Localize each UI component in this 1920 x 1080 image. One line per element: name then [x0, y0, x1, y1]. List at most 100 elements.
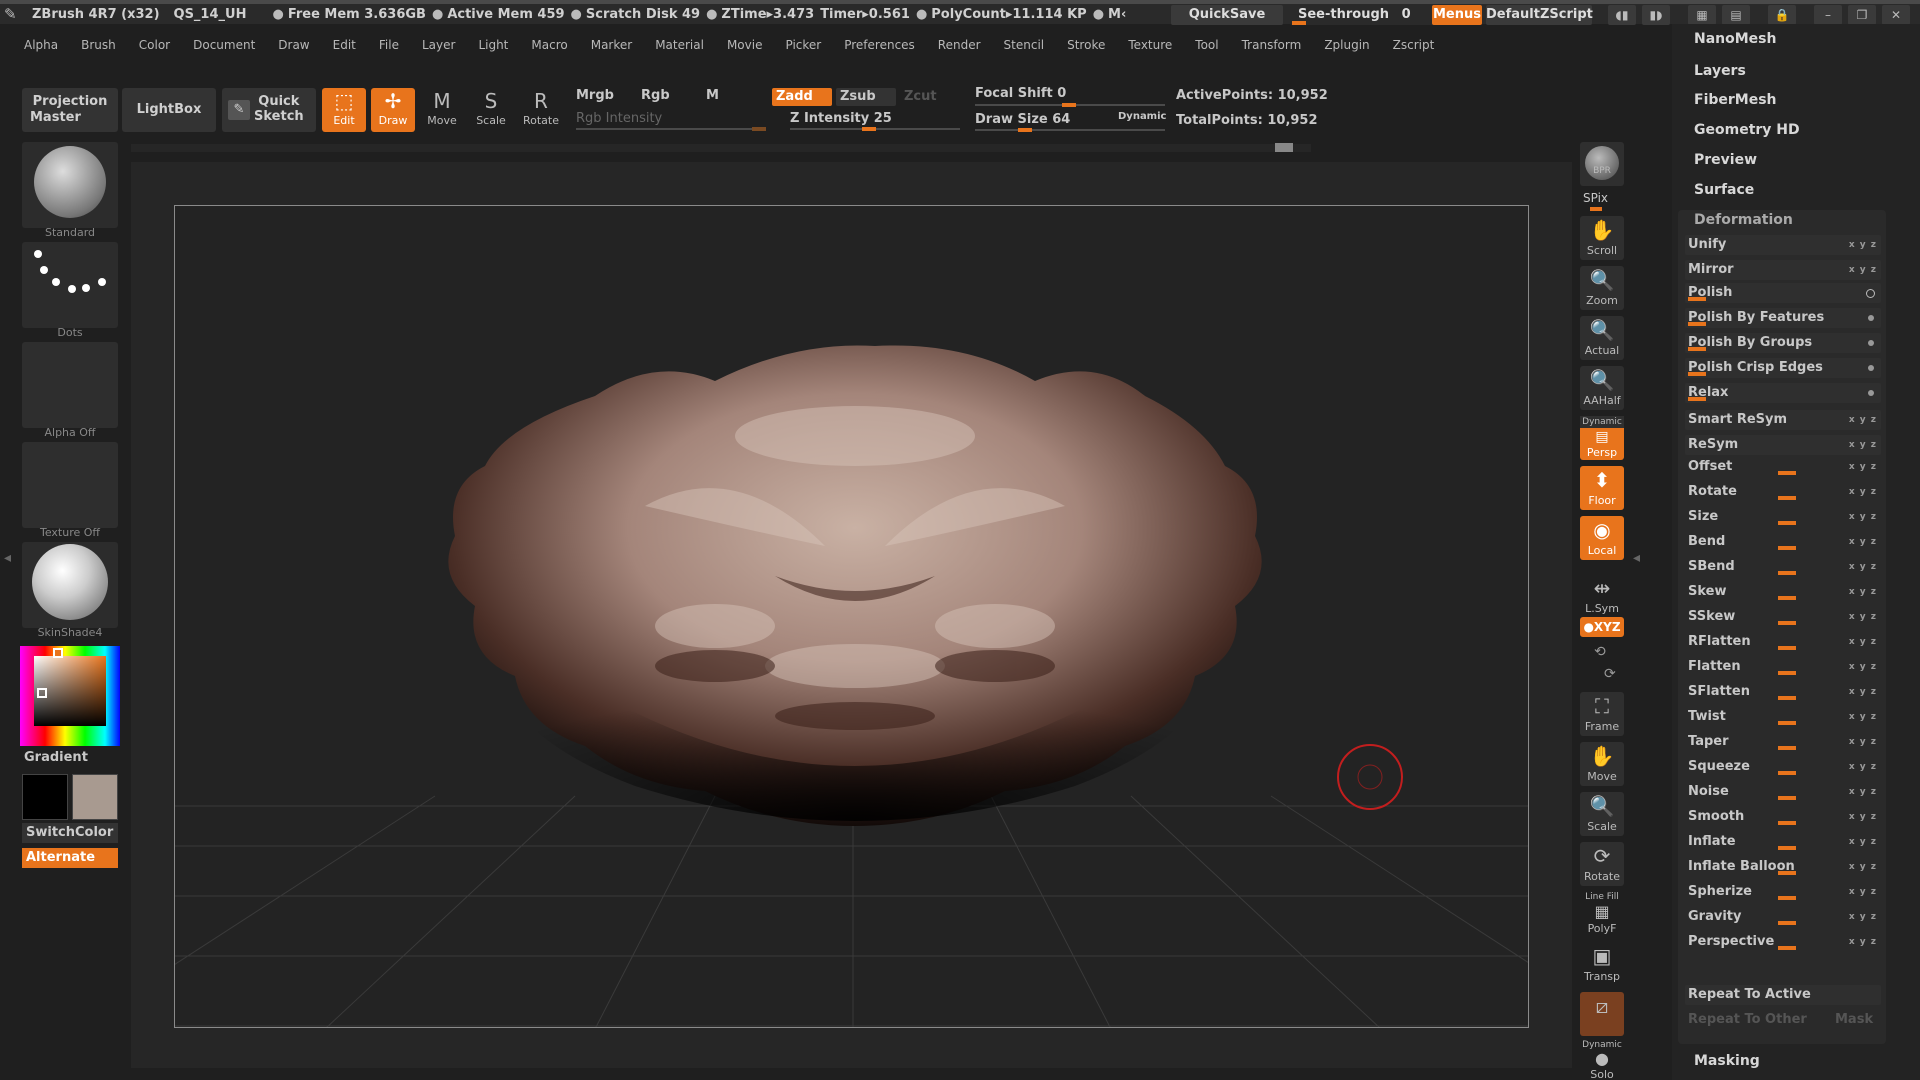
dynamic-toggle[interactable]: Dynamic — [1118, 111, 1166, 122]
polish-crisp-edges-slider[interactable]: Polish Crisp Edges — [1685, 358, 1881, 378]
timeline-marker[interactable] — [1275, 143, 1293, 152]
menu-tool[interactable]: Tool — [1195, 38, 1218, 58]
layers-section[interactable]: Layers — [1694, 63, 1746, 79]
scale-mode-button[interactable]: S Scale — [469, 88, 513, 132]
show-rightpanel-icon[interactable]: ▮◗ — [1642, 5, 1670, 25]
aahalf-button[interactable]: 🔍AAHalf — [1580, 366, 1624, 410]
menu-zplugin[interactable]: Zplugin — [1324, 38, 1369, 58]
menu-texture[interactable]: Texture — [1128, 38, 1172, 58]
surface-section[interactable]: Surface — [1694, 182, 1754, 198]
repeat-to-other-button[interactable]: Repeat To Other Mask — [1685, 1010, 1881, 1030]
resym-button[interactable]: ReSymx y z — [1685, 435, 1881, 455]
noise-slider[interactable]: Noisex y z — [1685, 782, 1881, 802]
projection-master-button[interactable]: Projection Master — [22, 88, 118, 132]
twist-slider[interactable]: Twistx y z — [1685, 707, 1881, 727]
sskew-slider[interactable]: SSkewx y z — [1685, 607, 1881, 627]
see-through-slider[interactable]: See-through 0 — [1290, 5, 1440, 25]
focal-shift-slider[interactable]: Focal Shift 0 — [975, 86, 1066, 101]
menu-preferences[interactable]: Preferences — [844, 38, 915, 58]
scroll-button[interactable]: ✋Scroll — [1580, 216, 1624, 260]
lsym-button[interactable]: ⇹L.Sym — [1580, 574, 1624, 618]
m-button[interactable]: M — [706, 88, 719, 103]
preview-section[interactable]: Preview — [1694, 152, 1757, 168]
inflate-balloon-slider[interactable]: Inflate Balloonx y z — [1685, 857, 1881, 877]
alternate-button[interactable]: Alternate — [22, 848, 118, 868]
lightbox-button[interactable]: LightBox — [122, 88, 216, 132]
repeat-to-active-button[interactable]: Repeat To Active — [1685, 985, 1881, 1005]
rotate-deform-slider[interactable]: Rotatex y z — [1685, 482, 1881, 502]
polish-slider[interactable]: Polish — [1685, 283, 1881, 303]
switchcolor-button[interactable]: SwitchColor — [22, 823, 118, 843]
rgb-button[interactable]: Rgb — [641, 88, 670, 103]
rgb-intensity-slider[interactable]: Rgb Intensity — [576, 111, 662, 126]
masking-section[interactable]: Masking — [1694, 1053, 1760, 1069]
squeeze-slider[interactable]: Squeezex y z — [1685, 757, 1881, 777]
zcut-button[interactable]: Zcut — [900, 88, 960, 106]
menu-material[interactable]: Material — [655, 38, 704, 58]
bpr-button[interactable]: BPR — [1580, 142, 1624, 186]
menu-zscript[interactable]: Zscript — [1393, 38, 1435, 58]
default-zscript-button[interactable]: DefaultZScript — [1486, 5, 1592, 25]
spherize-slider[interactable]: Spherizex y z — [1685, 882, 1881, 902]
restore-icon[interactable]: ❐ — [1848, 5, 1876, 25]
rotate-y-icon[interactable]: ⟲ — [1594, 644, 1606, 660]
flatten-slider[interactable]: Flattenx y z — [1685, 657, 1881, 677]
menu-marker[interactable]: Marker — [591, 38, 632, 58]
alpha-thumbnail[interactable] — [22, 342, 118, 428]
fibermesh-section[interactable]: FiberMesh — [1694, 92, 1777, 108]
draw-size-slider[interactable]: Draw Size 64 — [975, 112, 1070, 127]
quicksave-button[interactable]: QuickSave — [1171, 5, 1283, 25]
smooth-slider[interactable]: Smoothx y z — [1685, 807, 1881, 827]
layout-icon[interactable]: ▦ — [1688, 5, 1716, 25]
menu-edit[interactable]: Edit — [333, 38, 356, 58]
menu-alpha[interactable]: Alpha — [24, 38, 58, 58]
polish-by-groups-slider[interactable]: Polish By Groups — [1685, 333, 1881, 353]
menu-color[interactable]: Color — [139, 38, 170, 58]
taper-slider[interactable]: Taperx y z — [1685, 732, 1881, 752]
zadd-button[interactable]: Zadd — [772, 88, 832, 106]
edit-mode-button[interactable]: ⬚ Edit — [322, 88, 366, 132]
close-icon[interactable]: ✕ — [1882, 5, 1910, 25]
lock-icon[interactable]: 🔒 — [1768, 5, 1796, 25]
stroke-thumbnail[interactable] — [22, 242, 118, 328]
skew-slider[interactable]: Skewx y z — [1685, 582, 1881, 602]
rotate-view-button[interactable]: ⟳Rotate — [1580, 842, 1624, 886]
nanomesh-section[interactable]: NanoMesh — [1694, 31, 1776, 47]
menu-light[interactable]: Light — [478, 38, 508, 58]
rotate-mode-button[interactable]: R Rotate — [519, 88, 563, 132]
material-thumbnail[interactable] — [22, 542, 118, 628]
menu-layer[interactable]: Layer — [422, 38, 455, 58]
mrgb-button[interactable]: Mrgb — [576, 88, 614, 103]
smart-resym-button[interactable]: Smart ReSymx y z — [1685, 410, 1881, 430]
relax-slider[interactable]: Relax — [1685, 383, 1881, 403]
rotate-z-icon[interactable]: ⟳ — [1604, 666, 1616, 682]
hide-rightpanel-icon[interactable]: ◖▮ — [1608, 5, 1636, 25]
floor-button[interactable]: ⬍Floor — [1580, 466, 1624, 510]
color-picker-hue-ring[interactable] — [20, 646, 120, 746]
sbend-slider[interactable]: SBendx y z — [1685, 557, 1881, 577]
local-button[interactable]: ◉Local — [1580, 516, 1624, 560]
secondary-color-swatch[interactable] — [72, 774, 118, 820]
persp-button[interactable]: Dynamic ▤ Persp — [1580, 416, 1624, 460]
menu-draw[interactable]: Draw — [278, 38, 309, 58]
solo-button[interactable]: Dynamic ● Solo — [1580, 1040, 1624, 1080]
menu-stroke[interactable]: Stroke — [1067, 38, 1105, 58]
menu-transform[interactable]: Transform — [1242, 38, 1302, 58]
draw-mode-button[interactable]: ✢ Draw — [371, 88, 415, 132]
size-slider[interactable]: Sizex y z — [1685, 507, 1881, 527]
offset-slider[interactable]: Offsetx y z — [1685, 457, 1881, 477]
spix-slider[interactable]: SPix — [1583, 191, 1608, 205]
gravity-slider[interactable]: Gravityx y z — [1685, 907, 1881, 927]
move-view-button[interactable]: ✋Move — [1580, 742, 1624, 786]
layout-alt-icon[interactable]: ▤ — [1722, 5, 1750, 25]
quick-sketch-button[interactable]: ✎ Quick Sketch — [222, 88, 316, 132]
sflatten-slider[interactable]: SFlattenx y z — [1685, 682, 1881, 702]
menu-document[interactable]: Document — [193, 38, 255, 58]
right-collapse-icon[interactable]: ◂ — [1633, 550, 1643, 570]
zsub-button[interactable]: Zsub — [836, 88, 896, 106]
menu-render[interactable]: Render — [938, 38, 981, 58]
polyf-button[interactable]: Line Fill ▦ PolyF — [1580, 892, 1624, 936]
ghost-button[interactable]: ⧄ — [1580, 992, 1624, 1036]
zoom-button[interactable]: 🔍Zoom — [1580, 266, 1624, 310]
minimize-icon[interactable]: – — [1814, 5, 1842, 25]
